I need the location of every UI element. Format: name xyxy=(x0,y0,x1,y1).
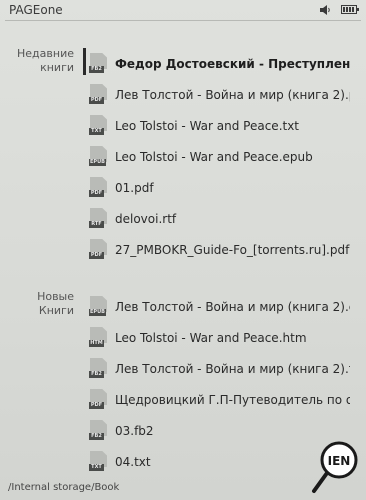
file-name: delovoi.rtf xyxy=(115,211,177,226)
file-name: 01.pdf xyxy=(115,180,154,195)
list-item[interactable]: EPUB Leo Tolstoi - War and Peace.epub xyxy=(88,141,350,172)
battery-icon xyxy=(341,5,359,14)
file-name: Щедровицкий Г.П-Путеводитель по ос xyxy=(115,392,350,407)
magnifier-label: IEN xyxy=(328,454,351,468)
reader-screen: PAGEone Недавние книги Новые Книги FB2 Ф… xyxy=(0,0,366,500)
pdf-file-icon: PDF xyxy=(89,239,107,259)
list-item[interactable]: PDF 27_PMBOKR_Guide-Fo_[torrents.ru].pdf xyxy=(88,234,350,265)
list-item[interactable]: PDF 01.pdf xyxy=(88,172,350,203)
file-name: Лев Толстой - Война и мир (книга 2).p xyxy=(115,87,350,102)
new-books-label: Новые Книги xyxy=(37,290,74,317)
storage-path: /Internal storage/Book xyxy=(8,482,120,493)
epub-file-icon: EPUB xyxy=(89,146,107,166)
list-item[interactable]: FB2 Федор Достоевский - Преступление и xyxy=(88,48,350,79)
speaker-icon[interactable] xyxy=(320,5,332,15)
epub-file-icon: EPUB xyxy=(89,296,107,316)
file-name: 27_PMBOKR_Guide-Fo_[torrents.ru].pdf xyxy=(115,242,350,257)
file-name: Лев Толстой - Война и мир (книга 2).e xyxy=(115,299,350,314)
fb2-file-icon: FB2 xyxy=(89,420,107,440)
app-title: PAGEone xyxy=(9,3,63,17)
list-item[interactable]: EPUB Лев Толстой - Война и мир (книга 2)… xyxy=(88,291,350,322)
rtf-file-icon: RTF xyxy=(89,208,107,228)
list-item[interactable]: TXT Leo Tolstoi - War and Peace.txt xyxy=(88,110,350,141)
pdf-file-icon: PDF xyxy=(89,84,107,104)
list-item[interactable]: FB2 Лев Толстой - Война и мир (книга 2).… xyxy=(88,353,350,384)
file-name: Федор Достоевский - Преступление и xyxy=(115,56,350,71)
fb2-file-icon: FB2 xyxy=(89,53,107,73)
file-name: Leo Tolstoi - War and Peace.htm xyxy=(115,330,307,345)
list-item[interactable]: HTM Leo Tolstoi - War and Peace.htm xyxy=(88,322,350,353)
file-name: Leo Tolstoi - War and Peace.txt xyxy=(115,118,300,133)
file-name: Лев Толстой - Война и мир (книга 2).f xyxy=(115,361,350,376)
list-item[interactable]: PDF Щедровицкий Г.П-Путеводитель по ос xyxy=(88,384,350,415)
htm-file-icon: HTM xyxy=(89,327,107,347)
pdf-file-icon: PDF xyxy=(89,177,107,197)
header-divider xyxy=(5,20,361,21)
txt-file-icon: TXT xyxy=(89,451,107,471)
selection-indicator xyxy=(83,48,86,75)
magnifier-icon: IEN xyxy=(312,441,358,493)
fb2-file-icon: FB2 xyxy=(89,358,107,378)
list-item[interactable]: RTF delovoi.rtf xyxy=(88,203,350,234)
list-item[interactable]: PDF Лев Толстой - Война и мир (книга 2).… xyxy=(88,79,350,110)
pdf-file-icon: PDF xyxy=(89,389,107,409)
file-name: Leo Tolstoi - War and Peace.epub xyxy=(115,149,313,164)
file-name: 03.fb2 xyxy=(115,423,154,438)
txt-file-icon: TXT xyxy=(89,115,107,135)
recent-books-list: FB2 Федор Достоевский - Преступление и P… xyxy=(88,48,350,265)
recent-books-label: Недавние книги xyxy=(17,47,74,74)
